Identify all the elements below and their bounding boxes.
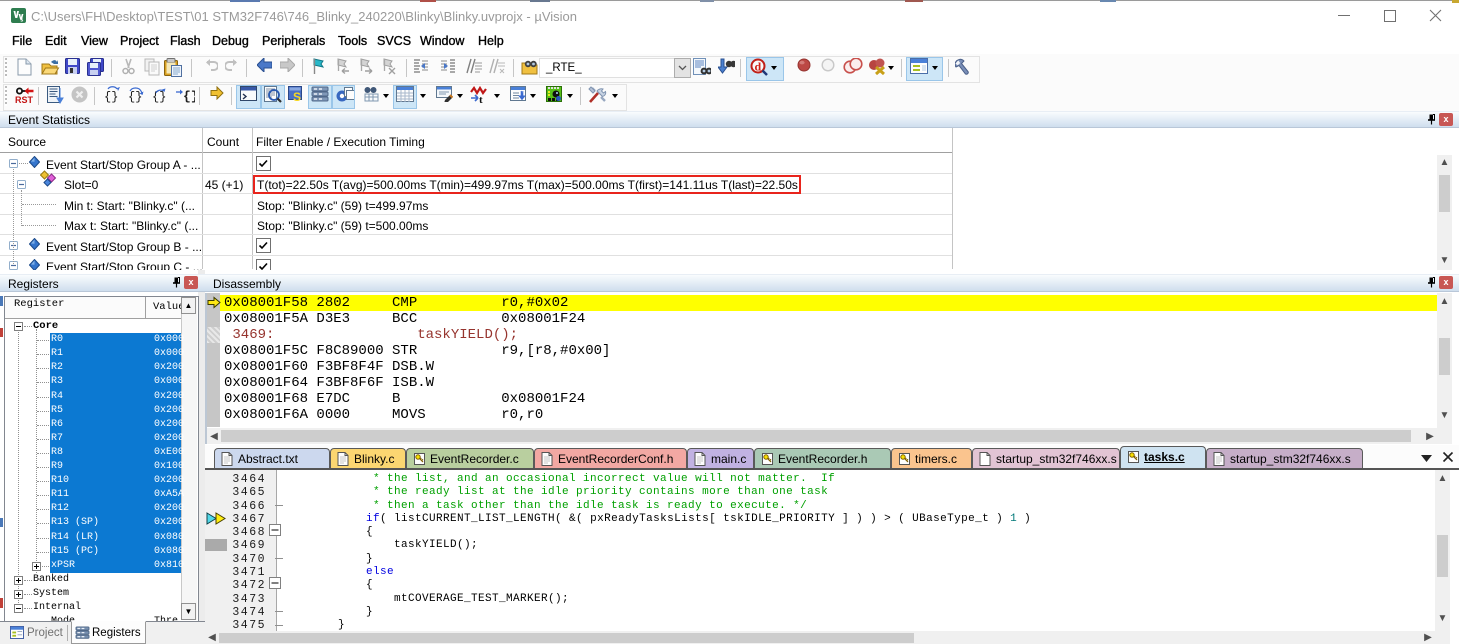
svg-text:s: s (20, 17, 23, 23)
